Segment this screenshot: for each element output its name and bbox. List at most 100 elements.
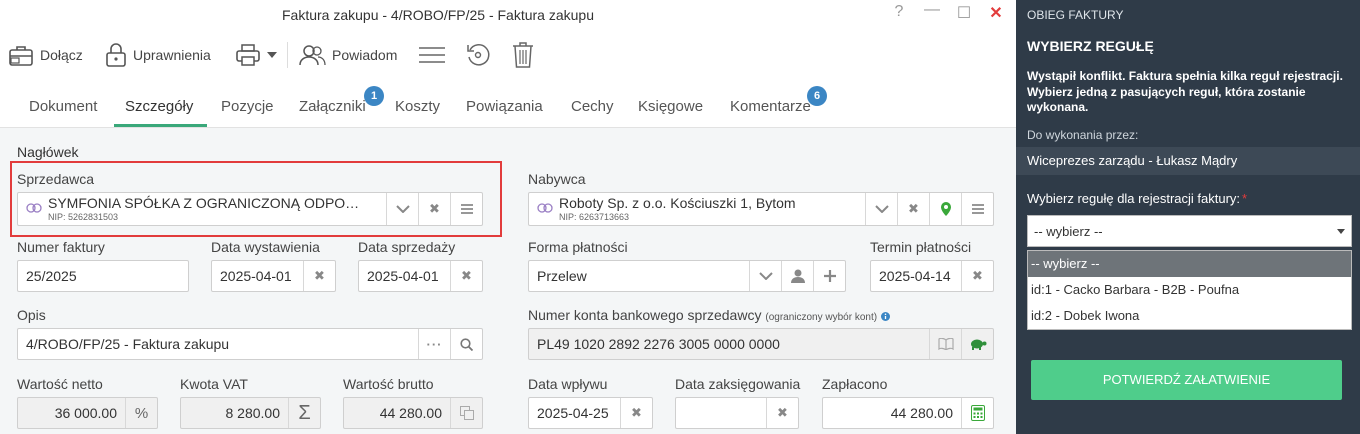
bank-account-whitelist-button[interactable] bbox=[961, 329, 993, 359]
sale-date-field[interactable]: 2025-04-01 ✖ bbox=[358, 260, 483, 292]
receipt-date-field[interactable]: 2025-04-25 ✖ bbox=[528, 397, 653, 429]
net-label: Wartość netto bbox=[17, 376, 103, 392]
menu-button[interactable] bbox=[418, 40, 446, 70]
receipt-date-label: Data wpływu bbox=[528, 376, 608, 392]
paid-label: Zapłacono bbox=[822, 376, 888, 392]
info-icon bbox=[880, 311, 890, 321]
sale-date-clear-button[interactable]: ✖ bbox=[450, 261, 482, 291]
panel-header: OBIEG FAKTURY bbox=[1027, 8, 1124, 22]
tab-komentarze[interactable]: Komentarze bbox=[730, 98, 811, 115]
notify-button[interactable]: Powiadom bbox=[298, 40, 397, 70]
confirm-button[interactable]: POTWIERDŹ ZAŁATWIENIE bbox=[1031, 360, 1342, 400]
rule-option-2[interactable]: id:2 - Dobek Iwona bbox=[1028, 303, 1351, 329]
description-value: 4/ROBO/FP/25 - Faktura zakupu bbox=[26, 336, 230, 352]
rule-options-list: -- wybierz -- id:1 - Cacko Barbara - B2B… bbox=[1027, 250, 1352, 330]
booking-date-clear-button[interactable]: ✖ bbox=[766, 398, 798, 428]
attachments-badge: 1 bbox=[364, 86, 384, 106]
clear-icon: ✖ bbox=[908, 201, 919, 216]
tab-dokument[interactable]: Dokument bbox=[29, 98, 97, 115]
history-button[interactable] bbox=[465, 40, 491, 70]
paid-field[interactable]: 44 280.00 bbox=[822, 397, 994, 429]
print-menu-button[interactable] bbox=[235, 40, 277, 70]
tab-pozycje[interactable]: Pozycje bbox=[221, 98, 274, 115]
rule-label: Wybierz regułę dla rejestracji faktury: * bbox=[1027, 191, 1247, 206]
invoice-number-field[interactable]: 25/2025 bbox=[17, 260, 189, 292]
tab-cechy[interactable]: Cechy bbox=[571, 98, 614, 115]
tab-zalaczniki[interactable]: Załączniki bbox=[299, 98, 366, 115]
sigma-icon: Σ bbox=[298, 401, 311, 424]
gross-label: Wartość brutto bbox=[343, 376, 434, 392]
rotate-icon bbox=[467, 44, 490, 66]
copy-icon bbox=[459, 406, 474, 420]
tab-koszty[interactable]: Koszty bbox=[395, 98, 440, 115]
vat-sum-button[interactable]: Σ bbox=[288, 398, 320, 428]
bank-account-book-button[interactable] bbox=[929, 329, 961, 359]
rule-select[interactable]: -- wybierz -- bbox=[1027, 215, 1352, 247]
panel-title: WYBIERZ REGUŁĘ bbox=[1027, 38, 1154, 54]
invoice-number-value: 25/2025 bbox=[26, 268, 77, 284]
book-icon bbox=[937, 338, 954, 350]
help-icon[interactable]: ? bbox=[889, 3, 909, 21]
tab-szczegoly[interactable]: Szczegóły bbox=[125, 98, 193, 115]
issue-date-clear-button[interactable]: ✖ bbox=[303, 261, 335, 291]
chevron-down-icon bbox=[874, 205, 889, 213]
delete-button[interactable] bbox=[512, 40, 534, 70]
gross-copy-button[interactable] bbox=[450, 398, 482, 428]
seller-highlight-box bbox=[10, 161, 502, 237]
buyer-location-button[interactable] bbox=[929, 193, 961, 225]
tab-ksiegowe[interactable]: Księgowe bbox=[638, 98, 703, 115]
hamburger-icon bbox=[419, 47, 445, 63]
tab-powiazania[interactable]: Powiązania bbox=[466, 98, 543, 115]
booking-date-field[interactable]: ✖ bbox=[675, 397, 799, 429]
maximize-icon[interactable]: ☐ bbox=[954, 3, 974, 23]
issue-date-field[interactable]: 2025-04-01 ✖ bbox=[211, 260, 336, 292]
payment-form-dropdown-button[interactable] bbox=[749, 261, 781, 291]
permissions-button[interactable]: Uprawnienia bbox=[105, 40, 211, 70]
invoice-workflow-panel: OBIEG FAKTURY WYBIERZ REGUŁĘ Wystąpił ko… bbox=[1016, 0, 1360, 434]
invoice-window: Faktura zakupu - 4/ROBO/FP/25 - Faktura … bbox=[0, 0, 1016, 434]
payment-due-field[interactable]: 2025-04-14 ✖ bbox=[870, 260, 994, 292]
buyer-name: Roboty Sp. z o.o. Kościuszki 1, Bytom bbox=[559, 195, 796, 211]
payment-form-add-button[interactable] bbox=[813, 261, 845, 291]
receipt-date-clear-button[interactable]: ✖ bbox=[620, 398, 652, 428]
buyer-clear-button[interactable]: ✖ bbox=[897, 193, 929, 225]
bank-account-value: PL49 1020 2892 2276 3005 0000 0000 bbox=[537, 336, 780, 352]
payment-due-clear-button[interactable]: ✖ bbox=[961, 261, 993, 291]
rule-option-none[interactable]: -- wybierz -- bbox=[1028, 251, 1351, 277]
description-more-button[interactable]: ··· bbox=[418, 329, 450, 359]
buyer-field[interactable]: Roboty Sp. z o.o. Kościuszki 1, Bytom NI… bbox=[528, 192, 994, 226]
search-icon bbox=[460, 337, 473, 351]
tab-bar: Dokument Szczegóły Pozycje Załączniki 1 … bbox=[0, 80, 1016, 128]
net-percent-button[interactable]: % bbox=[125, 398, 157, 428]
buyer-list-button[interactable] bbox=[961, 193, 993, 225]
clear-icon: ✖ bbox=[972, 268, 983, 283]
minimize-icon[interactable]: — bbox=[922, 1, 942, 19]
bank-account-field[interactable]: PL49 1020 2892 2276 3005 0000 0000 bbox=[528, 328, 994, 360]
active-tab-indicator bbox=[114, 124, 207, 127]
close-icon[interactable]: ✕ bbox=[986, 3, 1006, 23]
buyer-label: Nabywca bbox=[528, 171, 586, 187]
comments-badge: 6 bbox=[807, 86, 827, 106]
description-search-button[interactable] bbox=[450, 329, 482, 359]
trash-icon bbox=[513, 42, 533, 68]
attach-button[interactable]: Dołącz bbox=[8, 40, 83, 70]
buyer-dropdown-button[interactable] bbox=[865, 193, 897, 225]
paid-calculator-button[interactable] bbox=[961, 398, 993, 428]
net-field[interactable]: 36 000.00 % bbox=[17, 397, 158, 429]
clear-icon: ✖ bbox=[631, 405, 642, 420]
permissions-label: Uprawnienia bbox=[133, 47, 211, 63]
description-field[interactable]: 4/ROBO/FP/25 - Faktura zakupu ··· bbox=[17, 328, 483, 360]
net-value: 36 000.00 bbox=[54, 405, 117, 421]
title-bar: Faktura zakupu - 4/ROBO/FP/25 - Faktura … bbox=[0, 0, 1016, 30]
clear-icon: ✖ bbox=[314, 268, 325, 283]
booking-date-value bbox=[676, 398, 766, 428]
payment-form-field[interactable]: Przelew bbox=[528, 260, 846, 292]
payment-form-person-button[interactable] bbox=[781, 261, 813, 291]
gross-field[interactable]: 44 280.00 bbox=[343, 397, 483, 429]
calculator-icon bbox=[970, 405, 985, 421]
rule-option-1[interactable]: id:1 - Cacko Barbara - B2B - Poufna bbox=[1028, 277, 1351, 303]
clear-icon: ✖ bbox=[777, 405, 788, 420]
vat-field[interactable]: 8 280.00 Σ bbox=[180, 397, 321, 429]
vat-label: Kwota VAT bbox=[180, 376, 248, 392]
rule-label-text: Wybierz regułę dla rejestracji faktury: bbox=[1027, 191, 1241, 206]
